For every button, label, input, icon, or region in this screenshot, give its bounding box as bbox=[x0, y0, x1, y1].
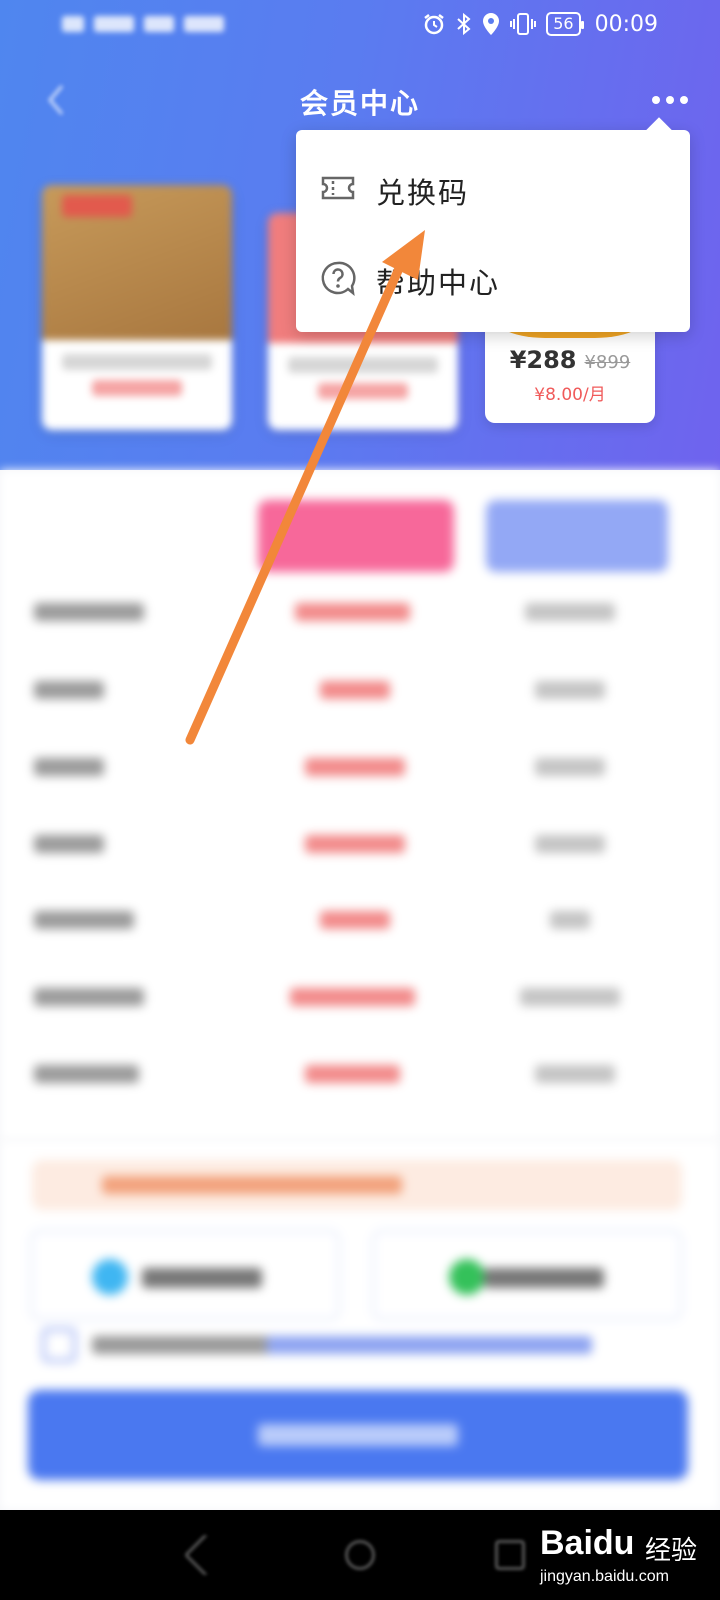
ticket-icon bbox=[321, 176, 355, 200]
title-bar: 会员中心 bbox=[0, 70, 720, 130]
nav-recent-icon[interactable] bbox=[495, 1540, 525, 1570]
location-icon bbox=[483, 13, 500, 35]
status-time: 00:09 bbox=[594, 11, 658, 37]
status-indicators: 56 00:09 bbox=[422, 10, 658, 38]
battery-indicator: 56 bbox=[546, 12, 584, 36]
watermark-cn: 经验 bbox=[645, 1536, 698, 1566]
wechat-icon bbox=[449, 1259, 485, 1295]
more-options-menu: 兑换码 帮助中心 bbox=[296, 130, 690, 332]
plan-card[interactable] bbox=[42, 185, 232, 430]
wechat-pay-button[interactable] bbox=[372, 1230, 682, 1320]
alipay-icon bbox=[92, 1259, 128, 1295]
bluetooth-icon bbox=[457, 12, 471, 36]
menu-item-help-center[interactable]: 帮助中心 bbox=[296, 232, 690, 324]
table-row bbox=[0, 827, 720, 857]
baidu-jingyan-watermark: Baidu 经验 jingyan.baidu.com bbox=[540, 1520, 710, 1590]
plan-original-price: ¥899 bbox=[584, 352, 631, 373]
alarm-icon bbox=[424, 14, 444, 35]
nav-back-icon[interactable] bbox=[183, 1533, 227, 1577]
benefits-comparison-table bbox=[0, 470, 720, 1140]
table-row bbox=[0, 673, 720, 703]
table-row bbox=[0, 595, 720, 625]
help-circle-icon bbox=[321, 261, 356, 296]
alipay-button[interactable] bbox=[30, 1230, 340, 1320]
agreement-checkbox[interactable] bbox=[42, 1328, 76, 1362]
plan-monthly-price: ¥8.00/月 bbox=[534, 385, 606, 405]
vibrate-icon bbox=[510, 13, 537, 35]
table-row bbox=[0, 1057, 720, 1087]
vip-column-header bbox=[258, 500, 454, 572]
status-notifications bbox=[62, 12, 232, 36]
menu-item-label: 帮助中心 bbox=[376, 266, 501, 300]
normal-column-header bbox=[486, 500, 668, 572]
page-title: 会员中心 bbox=[299, 87, 420, 120]
notice-banner bbox=[32, 1160, 682, 1210]
payment-section bbox=[0, 1140, 720, 1510]
agreement-row[interactable] bbox=[42, 1328, 592, 1362]
plan-price: ¥288 bbox=[509, 346, 577, 374]
menu-item-label: 兑换码 bbox=[376, 176, 470, 210]
more-options-icon[interactable] bbox=[652, 86, 692, 114]
table-row bbox=[0, 750, 720, 780]
table-row bbox=[0, 980, 720, 1010]
nav-home-icon[interactable] bbox=[345, 1540, 375, 1570]
menu-item-redeem-code[interactable]: 兑换码 bbox=[296, 142, 690, 234]
watermark-url: jingyan.baidu.com bbox=[540, 1568, 669, 1585]
status-bar: 56 00:09 bbox=[0, 0, 720, 50]
watermark-logo: Baidu bbox=[540, 1524, 635, 1562]
table-row bbox=[0, 903, 720, 933]
pay-now-button[interactable] bbox=[28, 1390, 688, 1480]
